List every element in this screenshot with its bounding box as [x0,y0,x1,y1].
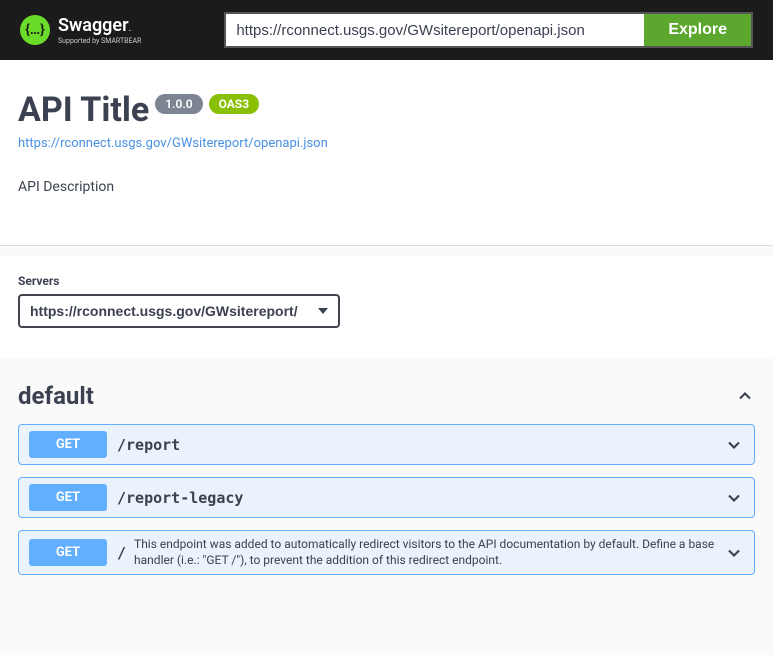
operation-path: /report [117,436,180,454]
operation-path: /report-legacy [117,489,243,507]
http-method-badge: GET [29,539,107,566]
info-section: API Title 1.0.0 OAS3 https://rconnect.us… [0,60,773,246]
server-select-wrap: https://rconnect.usgs.gov/GWsitereport/ [18,294,340,328]
chevron-up-icon [735,386,755,406]
chevron-down-icon [724,488,744,508]
spec-url-input[interactable] [224,12,644,48]
logo-subtitle: Supported by SMARTBEAR [58,37,141,45]
page-title: API Title [18,90,149,130]
operation-row[interactable]: GET / This endpoint was added to automat… [18,530,755,575]
operation-row[interactable]: GET /report [18,424,755,465]
http-method-badge: GET [29,431,107,458]
operation-description: This endpoint was added to automatically… [134,537,716,568]
chevron-down-icon [724,435,744,455]
swagger-icon: {…} [20,15,50,45]
topbar: {…} Swagger. Supported by SMARTBEAR Expl… [0,0,773,60]
operation-path: / [117,544,126,562]
chevron-down-icon [724,543,744,563]
operations-section: default GET /report GET /report-legacy G… [0,358,773,605]
server-select[interactable]: https://rconnect.usgs.gov/GWsitereport/ [18,294,340,328]
explore-button[interactable]: Explore [644,12,753,48]
url-form: Explore [224,12,753,48]
oas-badge: OAS3 [209,94,260,114]
spec-url-link[interactable]: https://rconnect.usgs.gov/GWsitereport/o… [18,136,328,151]
servers-section: Servers https://rconnect.usgs.gov/GWsite… [0,256,773,358]
logo-text-wrap: Swagger. Supported by SMARTBEAR [58,16,141,45]
logo[interactable]: {…} Swagger. Supported by SMARTBEAR [20,15,141,45]
version-badge: 1.0.0 [155,94,202,114]
title-row: API Title 1.0.0 OAS3 [18,90,755,130]
tag-header[interactable]: default [18,376,755,424]
operation-row[interactable]: GET /report-legacy [18,477,755,518]
tag-name: default [18,382,94,410]
servers-label: Servers [18,274,755,288]
api-description: API Description [18,179,755,195]
http-method-badge: GET [29,484,107,511]
logo-text: Swagger [58,15,129,36]
